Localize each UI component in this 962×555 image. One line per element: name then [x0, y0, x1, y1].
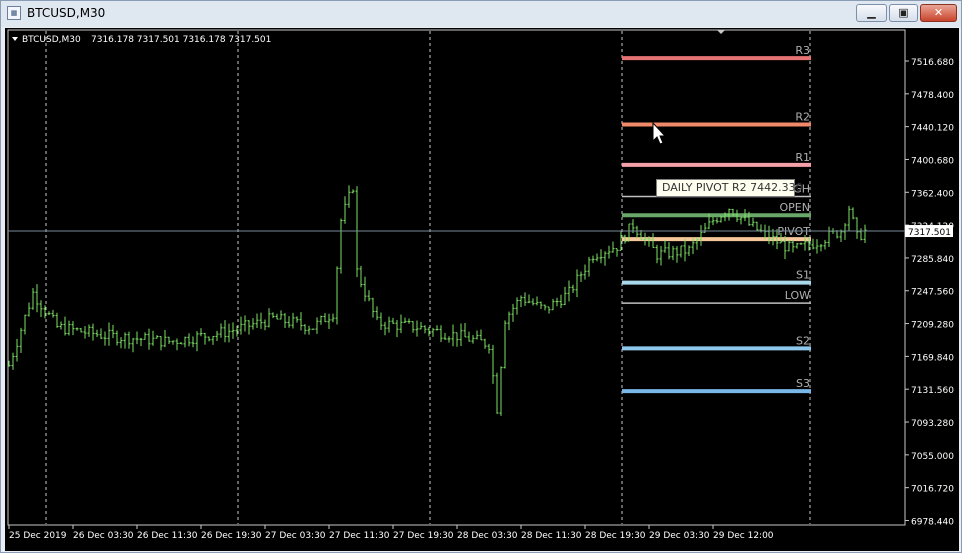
pivot-label-s1: S1	[796, 269, 810, 282]
pivot-label-r3: R3	[795, 44, 810, 57]
chart-window-icon: ▦	[7, 6, 21, 20]
candle	[311, 328, 315, 330]
y-tick-label: 7362.400	[911, 189, 954, 199]
x-tick-label: 28 Dec 19:30	[585, 531, 646, 541]
maximize-icon: ▣	[898, 6, 909, 19]
close-icon: ✕	[933, 6, 944, 19]
minimize-icon: ▁	[867, 6, 876, 19]
pivot-tooltip: DAILY PIVOT R2 7442.330	[656, 179, 803, 197]
x-tick-label: 26 Dec 11:30	[137, 531, 198, 541]
x-tick-label: 27 Dec 11:30	[329, 531, 390, 541]
close-button[interactable]: ✕	[920, 4, 957, 22]
y-tick-label: 7247.560	[911, 288, 954, 298]
pivot-label-s3: S3	[796, 377, 810, 390]
y-tick-label: 7516.680	[911, 58, 954, 68]
y-tick-label: 7093.280	[911, 419, 954, 429]
x-tick-label: 29 Dec 12:00	[713, 531, 774, 541]
y-tick-label: 7478.400	[911, 91, 954, 101]
maximize-button[interactable]: ▣	[889, 4, 918, 22]
price-chart[interactable]: BTCUSD,M30 7316.178 7317.501 7316.178 73…	[5, 28, 959, 551]
x-tick-label: 27 Dec 19:30	[393, 531, 454, 541]
chart-area[interactable]: BTCUSD,M30 7316.178 7317.501 7316.178 73…	[5, 28, 959, 551]
pivot-label-r1: R1	[795, 151, 810, 164]
minimize-button[interactable]: ▁	[856, 4, 887, 22]
y-tick-label: 7209.280	[911, 321, 954, 331]
ohlc-quote: 7316.178 7317.501 7316.178 7317.501	[91, 35, 271, 45]
title-bar[interactable]: ▦ BTCUSD,M30 ▁ ▣ ✕	[1, 1, 961, 27]
window-title: BTCUSD,M30	[27, 6, 106, 20]
x-tick-label: 29 Dec 03:30	[649, 531, 710, 541]
x-tick-label: 28 Dec 03:30	[457, 531, 518, 541]
x-tick-label: 25 Dec 2019	[9, 531, 67, 541]
chart-window: ▦ BTCUSD,M30 ▁ ▣ ✕ BTCUSD,M30 7316.178 7…	[0, 0, 962, 553]
y-tick-label: 7285.840	[911, 255, 954, 265]
symbol-label: BTCUSD,M30	[22, 35, 81, 45]
pivot-label-s2: S2	[796, 334, 810, 347]
current-price-label: 7317.501	[908, 228, 951, 238]
y-tick-label: 7440.120	[911, 124, 954, 134]
pivot-label-r2: R2	[795, 110, 810, 123]
pivot-label-open: OPEN	[780, 201, 810, 214]
y-tick-label: 6978.440	[911, 517, 954, 527]
x-tick-label: 27 Dec 03:30	[265, 531, 326, 541]
y-tick-label: 7055.000	[911, 452, 954, 462]
x-tick-label: 26 Dec 03:30	[73, 531, 134, 541]
x-tick-label: 28 Dec 11:30	[521, 531, 582, 541]
y-tick-label: 7131.560	[911, 386, 954, 396]
pivot-label-low: LOW	[785, 289, 810, 302]
x-tick-label: 26 Dec 19:30	[201, 531, 262, 541]
y-tick-label: 7400.680	[911, 156, 954, 166]
y-tick-label: 7016.720	[911, 485, 954, 495]
y-tick-label: 7169.840	[911, 353, 954, 363]
